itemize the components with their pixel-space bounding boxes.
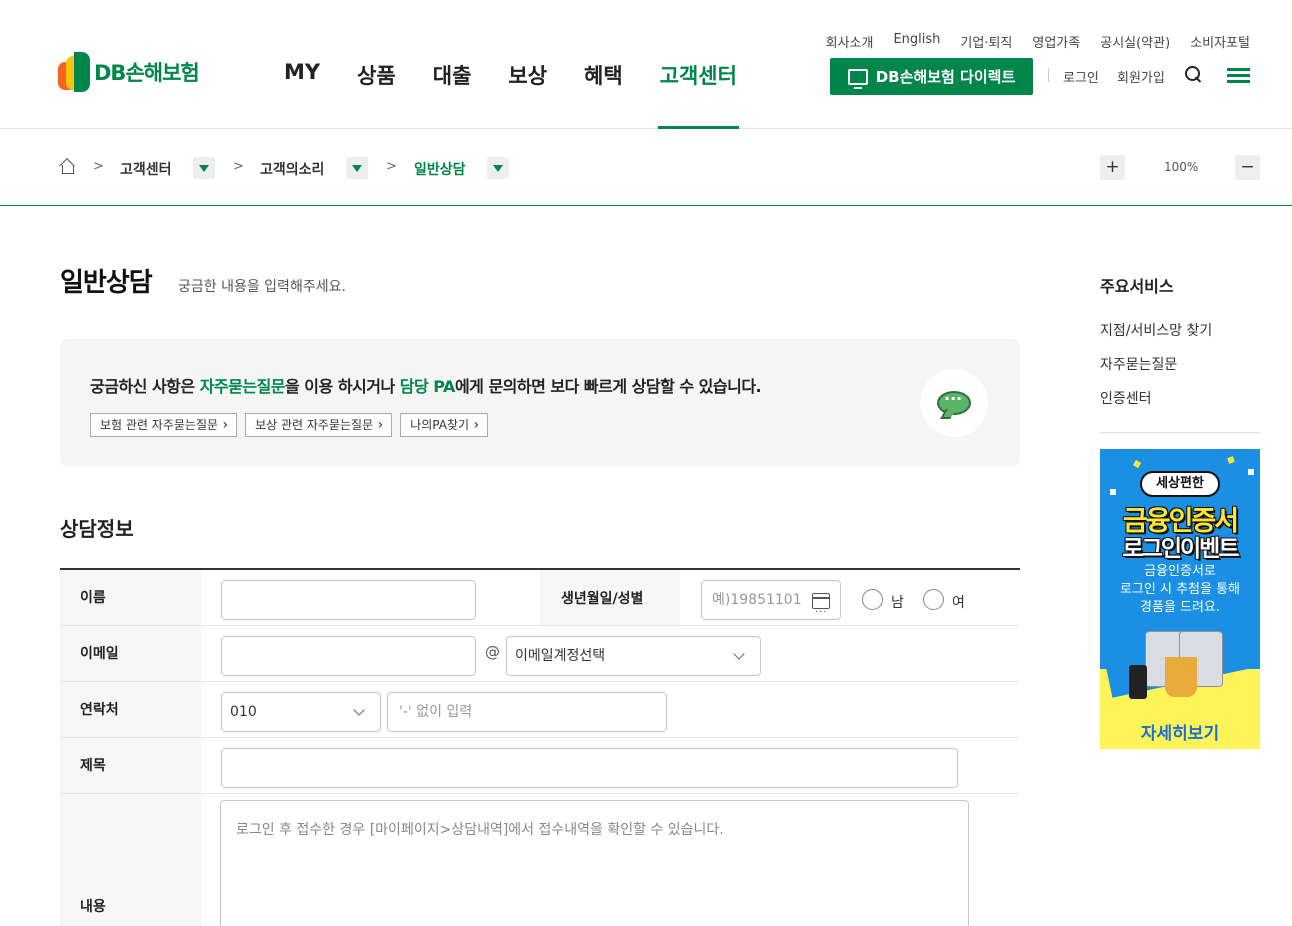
name-input[interactable] [221,580,476,620]
content-label: 내용 [60,794,201,926]
gender-female-radio[interactable] [923,589,944,610]
consult-form: 이름 생년월일/성별 예)19851101 남 여 이메일 @ 이메일계정선택 … [60,568,1020,926]
breadcrumb-voice[interactable]: 고객의소리 [260,159,324,179]
page-subtitle: 궁금한 내용을 입력해주세요. [178,279,346,295]
sidebar-item-branch-finder[interactable]: 지점/서비스망 찾기 [1100,320,1212,340]
sidebar-item-auth-center[interactable]: 인증센터 [1100,388,1152,408]
insurance-faq-link[interactable]: 보험 관련 자주묻는질문 [90,413,238,437]
signup-link[interactable]: 회원가입 [1117,67,1165,86]
nav-my[interactable]: MY [284,60,320,129]
at-sign: @ [485,643,500,661]
confetti-shape [1110,489,1116,495]
search-icon[interactable] [1185,66,1203,84]
email-id-input[interactable] [221,636,476,676]
section-title: 상담정보 [60,517,134,541]
zoom-level: 100% [1164,160,1199,174]
main-nav: MY 상품 대출 보상 혜택 고객센터 [284,60,774,129]
notice-links: 보험 관련 자주묻는질문 보상 관련 자주묻는질문 나의PA찾기 [90,413,496,437]
site-header: DB손해보험 MY 상품 대출 보상 혜택 고객센터 회사소개 English … [0,0,1292,129]
content-textarea[interactable]: 로그인 후 접수한 경우 [마이페이지>상담내역]에서 접수내역을 확인할 수 … [220,800,969,926]
birth-date-placeholder: 예)19851101 [712,592,802,608]
form-row-subject: 제목 [60,738,1020,794]
divider [1048,68,1049,82]
form-row-content: 내용 로그인 후 접수한 경우 [마이페이지>상담내역]에서 접수내역을 확인할… [60,794,1020,926]
breadcrumb-dropdown-icon[interactable] [346,157,368,179]
nav-benefits[interactable]: 혜택 [584,60,623,129]
sidebar-title: 주요서비스 [1100,277,1174,296]
banner-pill: 세상편한 [1140,471,1220,497]
form-row-name: 이름 생년월일/성별 예)19851101 남 여 [60,570,1020,632]
birth-date-input[interactable]: 예)19851101 [701,580,841,632]
page-title: 일반상담 [60,268,153,298]
prize-products-image [1129,631,1225,701]
phone-prefix-select[interactable]: 010 [221,692,381,732]
banner-headline-2: 로그인이벤트 [1122,536,1240,562]
breadcrumb-customer-center[interactable]: 고객센터 [120,159,172,179]
phone-number-input[interactable]: '-' 없이 입력 [387,692,667,732]
email-domain-select[interactable]: 이메일계정선택 [506,636,761,676]
gender-male-label: 남 [891,595,904,611]
breadcrumb-dropdown-icon[interactable] [487,157,509,179]
zoom-out-button[interactable]: − [1235,155,1260,180]
breadcrumb-separator: > [93,159,104,174]
monitor-icon [847,68,868,89]
find-my-pa-link[interactable]: 나의PA찾기 [400,413,489,437]
hamburger-menu-icon[interactable] [1227,68,1250,83]
banner-description: 금융인증서로 로그인 시 추첨을 통해 경품을 드려요. [1119,564,1241,615]
util-disclosure[interactable]: 공시실(약관) [1100,32,1170,51]
sidebar-item-faq[interactable]: 자주묻는질문 [1100,354,1177,374]
phone-label: 연락처 [60,682,201,737]
confetti-shape [1132,459,1142,469]
zoom-in-button[interactable]: + [1100,155,1125,180]
breadcrumb-separator: > [233,159,244,174]
confetti-shape [1248,469,1254,475]
calendar-icon[interactable] [812,593,830,632]
subject-label: 제목 [60,738,201,793]
home-icon[interactable] [59,158,75,174]
name-label: 이름 [60,570,201,625]
utility-links: 회사소개 English 기업·퇴직 영업가족 공시실(약관) 소비자포털 [806,32,1250,51]
direct-button[interactable]: DB손해보험 다이렉트 [830,58,1033,95]
nav-claims[interactable]: 보상 [508,60,547,129]
claims-faq-link[interactable]: 보상 관련 자주묻는질문 [245,413,393,437]
db-logo-icon [58,52,92,92]
notice-box: 궁금하신 사항은 자주묻는질문을 이용 하시거나 담당 PA에게 문의하면 보다… [60,339,1020,467]
birth-gender-label: 생년월일/성별 [540,570,680,625]
event-banner[interactable]: 세상편한 금융인증서 로그인이벤트 금융인증서로 로그인 시 추첨을 통해 경품… [1100,449,1260,749]
confetti-shape [1227,456,1235,464]
nav-loan[interactable]: 대출 [433,60,472,129]
gender-female-label: 여 [952,595,965,611]
gender-male-radio[interactable] [862,589,883,610]
form-row-phone: 연락처 010 '-' 없이 입력 [60,682,1020,738]
util-corporate[interactable]: 기업·퇴직 [960,32,1012,51]
db-logo[interactable]: DB손해보험 [58,52,200,92]
breadcrumb-separator: > [386,159,397,174]
divider [1100,432,1260,433]
direct-button-label: DB손해보험 다이렉트 [875,68,1016,86]
breadcrumb-general-consult[interactable]: 일반상담 [414,159,466,179]
login-link[interactable]: 로그인 [1063,67,1099,86]
util-english[interactable]: English [893,32,940,51]
chat-icon [920,369,988,437]
subject-input[interactable] [221,748,958,788]
notice-text: 궁금하신 사항은 자주묻는질문을 이용 하시거나 담당 PA에게 문의하면 보다… [90,377,762,396]
banner-more-link[interactable]: 자세히보기 [1100,719,1260,744]
breadcrumb: > 고객센터 > 고객의소리 > 일반상담 + 100% − [0,129,1292,206]
breadcrumb-dropdown-icon[interactable] [193,157,215,179]
nav-customer-center[interactable]: 고객센터 [657,60,740,129]
util-company[interactable]: 회사소개 [826,32,874,51]
util-agents[interactable]: 영업가족 [1032,32,1080,51]
form-row-email: 이메일 @ 이메일계정선택 [60,626,1020,682]
util-consumer-portal[interactable]: 소비자포털 [1190,32,1250,51]
email-label: 이메일 [60,626,201,681]
logo-text: DB손해보험 [94,61,200,85]
nav-products[interactable]: 상품 [357,60,396,129]
